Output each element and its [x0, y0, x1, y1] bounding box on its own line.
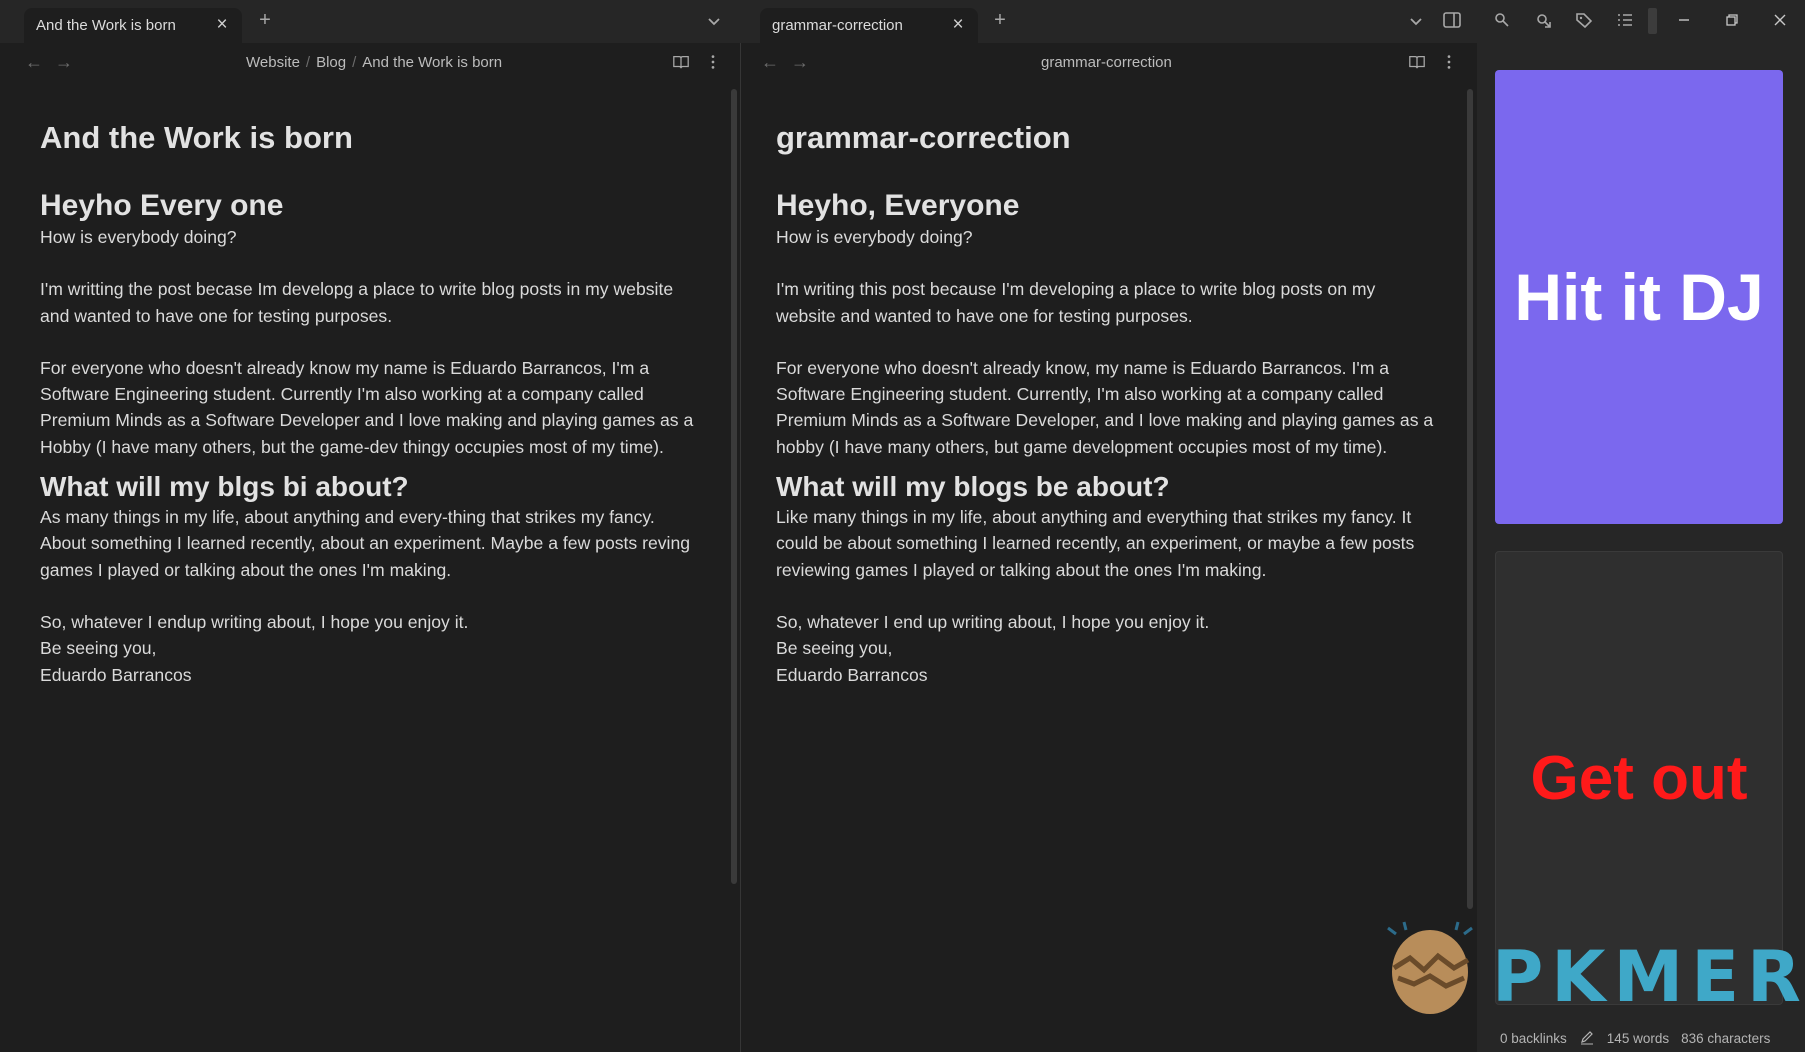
note-content[interactable]: And the Work is born Heyho Every one How… [40, 118, 700, 688]
paragraph: Like many things in my life, about anyth… [776, 507, 1415, 580]
paragraph: How is everybody doing? [40, 227, 237, 247]
left-editor-pane: ← → Website / Blog / And the Work is born An… [0, 43, 740, 1052]
back-arrow-icon[interactable]: ← [760, 52, 780, 72]
back-arrow-icon[interactable]: ← [24, 52, 44, 72]
paragraph: I'm writting the post becase Im developg… [40, 279, 674, 326]
tab-and-the-work-is-born[interactable]: And the Work is born × [24, 8, 242, 43]
breadcrumb-current[interactable]: And the Work is born [362, 54, 502, 71]
card-text: Get out [1530, 743, 1748, 813]
restore-icon[interactable] [1720, 10, 1744, 34]
heading-greeting: Heyho Every one [40, 189, 284, 222]
note-title: And the Work is born [40, 120, 353, 155]
tab-list-chevron-icon[interactable] [1404, 11, 1428, 35]
note-content[interactable]: grammar-correction Heyho, Everyone How i… [776, 118, 1436, 688]
paragraph: How is everybody doing? [776, 227, 973, 247]
reading-view-icon[interactable] [672, 53, 692, 73]
window-separator [1648, 8, 1657, 34]
right-sidebar: Hit it DJ Get out [1477, 43, 1805, 1052]
more-options-icon[interactable] [704, 53, 724, 73]
heading-greeting: Heyho, Everyone [776, 189, 1020, 222]
word-count: 145 words [1606, 1031, 1670, 1046]
more-options-icon[interactable] [1440, 53, 1460, 73]
tags-icon[interactable] [1572, 10, 1596, 34]
hit-it-dj-card[interactable]: Hit it DJ [1495, 70, 1783, 524]
paragraph: As many things in my life, about anythin… [40, 507, 691, 580]
card-text: Hit it DJ [1514, 260, 1764, 334]
outgoing-links-icon[interactable] [1531, 10, 1555, 34]
view-header: ← → Website / Blog / And the Work is born [0, 43, 740, 83]
paragraph: Eduardo Barrancos [40, 664, 192, 685]
breadcrumb-blog[interactable]: Blog [316, 54, 346, 71]
breadcrumb: Website / Blog / And the Work is born [246, 54, 503, 71]
paragraph: So, whatever I endup writing about, I ho… [40, 611, 469, 632]
tab-label: And the Work is born [36, 17, 176, 34]
paragraph: Eduardo Barrancos [776, 664, 928, 685]
toggle-sidebar-icon[interactable] [1440, 10, 1464, 34]
watermark-text: PKMER [1492, 936, 1805, 1018]
view-header: ← → grammar-correction [741, 43, 1477, 83]
paragraph: So, whatever I end up writing about, I h… [776, 611, 1210, 632]
new-tab-icon[interactable]: + [253, 10, 277, 34]
character-count: 836 characters [1681, 1031, 1771, 1046]
breadcrumb-website[interactable]: Website [246, 54, 300, 71]
scrollbar[interactable] [731, 89, 737, 884]
forward-arrow-icon[interactable]: → [790, 52, 810, 72]
tab-list-chevron-icon[interactable] [702, 11, 726, 35]
outline-icon[interactable] [1613, 10, 1637, 34]
view-header-title[interactable]: grammar-correction [1041, 54, 1172, 71]
reading-view-icon[interactable] [1408, 53, 1428, 73]
heading-blogs-about: What will my blgs bi about? [40, 471, 409, 503]
pkmer-logo-icon [1387, 921, 1473, 1014]
title-bar: And the Work is born × + grammar-correct… [0, 0, 1805, 43]
paragraph: Be seeing you, [776, 638, 893, 659]
heading-blogs-about: What will my blogs be about? [776, 471, 1170, 503]
paragraph: I'm writing this post because I'm develo… [776, 279, 1376, 326]
close-tab-icon[interactable]: × [948, 15, 968, 35]
backlinks-icon[interactable] [1490, 10, 1514, 34]
close-tab-icon[interactable]: × [212, 15, 232, 35]
pkmer-watermark: PKMER [1380, 918, 1801, 1018]
backlinks-count[interactable]: 0 backlinks [1500, 1031, 1567, 1046]
paragraph: For everyone who doesn't already know my… [40, 357, 694, 457]
status-bar: 0 backlinks 145 words 836 characters [1500, 1025, 1770, 1052]
forward-arrow-icon[interactable]: → [54, 52, 74, 72]
minimize-icon[interactable] [1672, 10, 1696, 34]
paragraph: Be seeing you, [40, 638, 157, 659]
paragraph: For everyone who doesn't already know, m… [776, 357, 1434, 457]
tab-label: grammar-correction [772, 17, 903, 34]
close-window-icon[interactable] [1768, 10, 1792, 34]
scrollbar[interactable] [1467, 89, 1473, 909]
right-editor-pane: ← → grammar-correction grammar-correctio… [741, 43, 1477, 1052]
note-title: grammar-correction [776, 120, 1071, 155]
edit-pencil-icon[interactable] [1579, 1029, 1595, 1048]
new-tab-icon[interactable]: + [988, 10, 1012, 34]
tab-grammar-correction[interactable]: grammar-correction × [760, 8, 978, 43]
